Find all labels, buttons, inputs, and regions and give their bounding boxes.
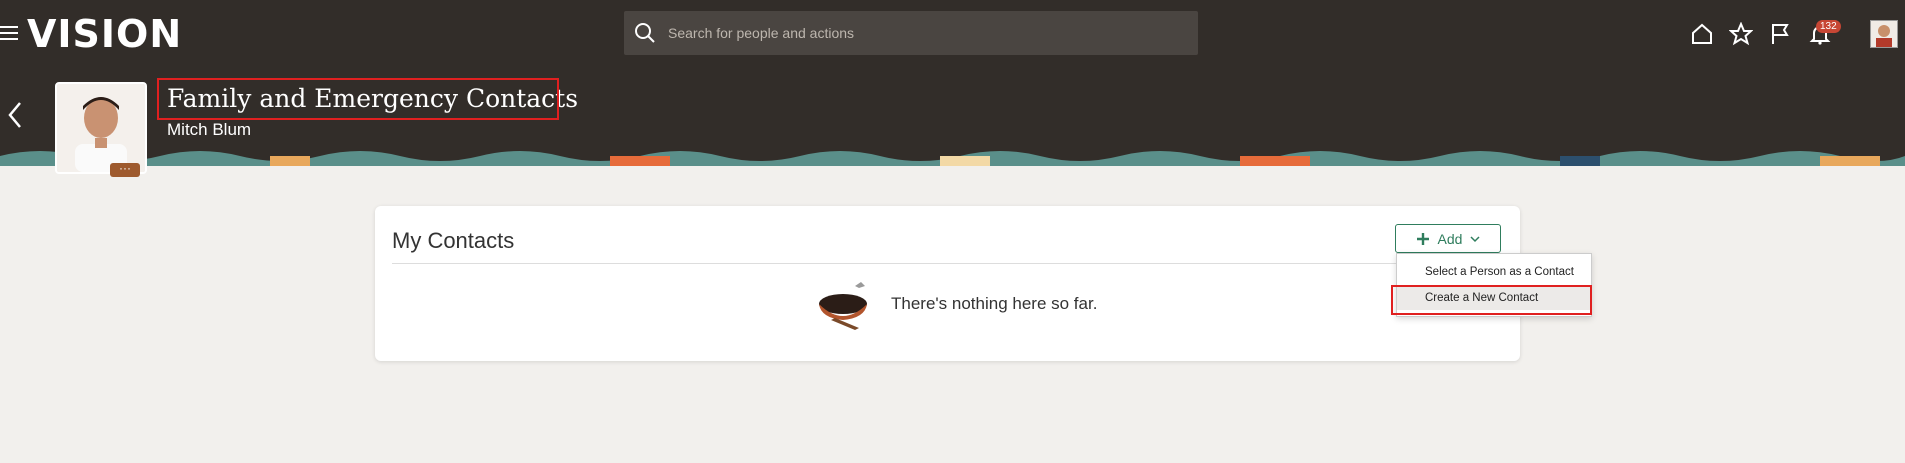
home-icon[interactable] [1690, 22, 1714, 46]
user-avatar[interactable] [1870, 20, 1898, 48]
card-title: My Contacts [392, 228, 515, 253]
menu-item-select-person[interactable]: Select a Person as a Contact [1397, 260, 1591, 284]
divider [392, 263, 1502, 264]
search-bar[interactable] [624, 11, 1198, 55]
person-name: Mitch Blum [167, 120, 252, 139]
search-icon [635, 23, 655, 43]
top-bar: VISION 132 [0, 0, 1905, 68]
back-icon[interactable] [6, 100, 24, 130]
menu-highlight [1391, 285, 1592, 315]
search-input[interactable] [666, 24, 1170, 42]
more-options-button[interactable]: ··· [110, 162, 140, 177]
nest-icon [819, 282, 867, 330]
app-logo[interactable]: VISION [27, 12, 182, 56]
empty-state: There's nothing here so far. [815, 276, 1097, 332]
add-button[interactable]: Add [1395, 224, 1501, 253]
add-label: Add [1437, 230, 1463, 247]
notification-badge: 132 [1816, 20, 1841, 33]
empty-message: There's nothing here so far. [891, 294, 1098, 313]
profile-photo [55, 82, 147, 174]
plus-icon [1416, 232, 1429, 245]
star-icon[interactable] [1729, 22, 1753, 46]
chevron-down-icon [1470, 235, 1480, 242]
title-highlight [157, 78, 559, 120]
menu-icon[interactable] [0, 26, 18, 40]
flag-icon[interactable] [1768, 22, 1792, 46]
